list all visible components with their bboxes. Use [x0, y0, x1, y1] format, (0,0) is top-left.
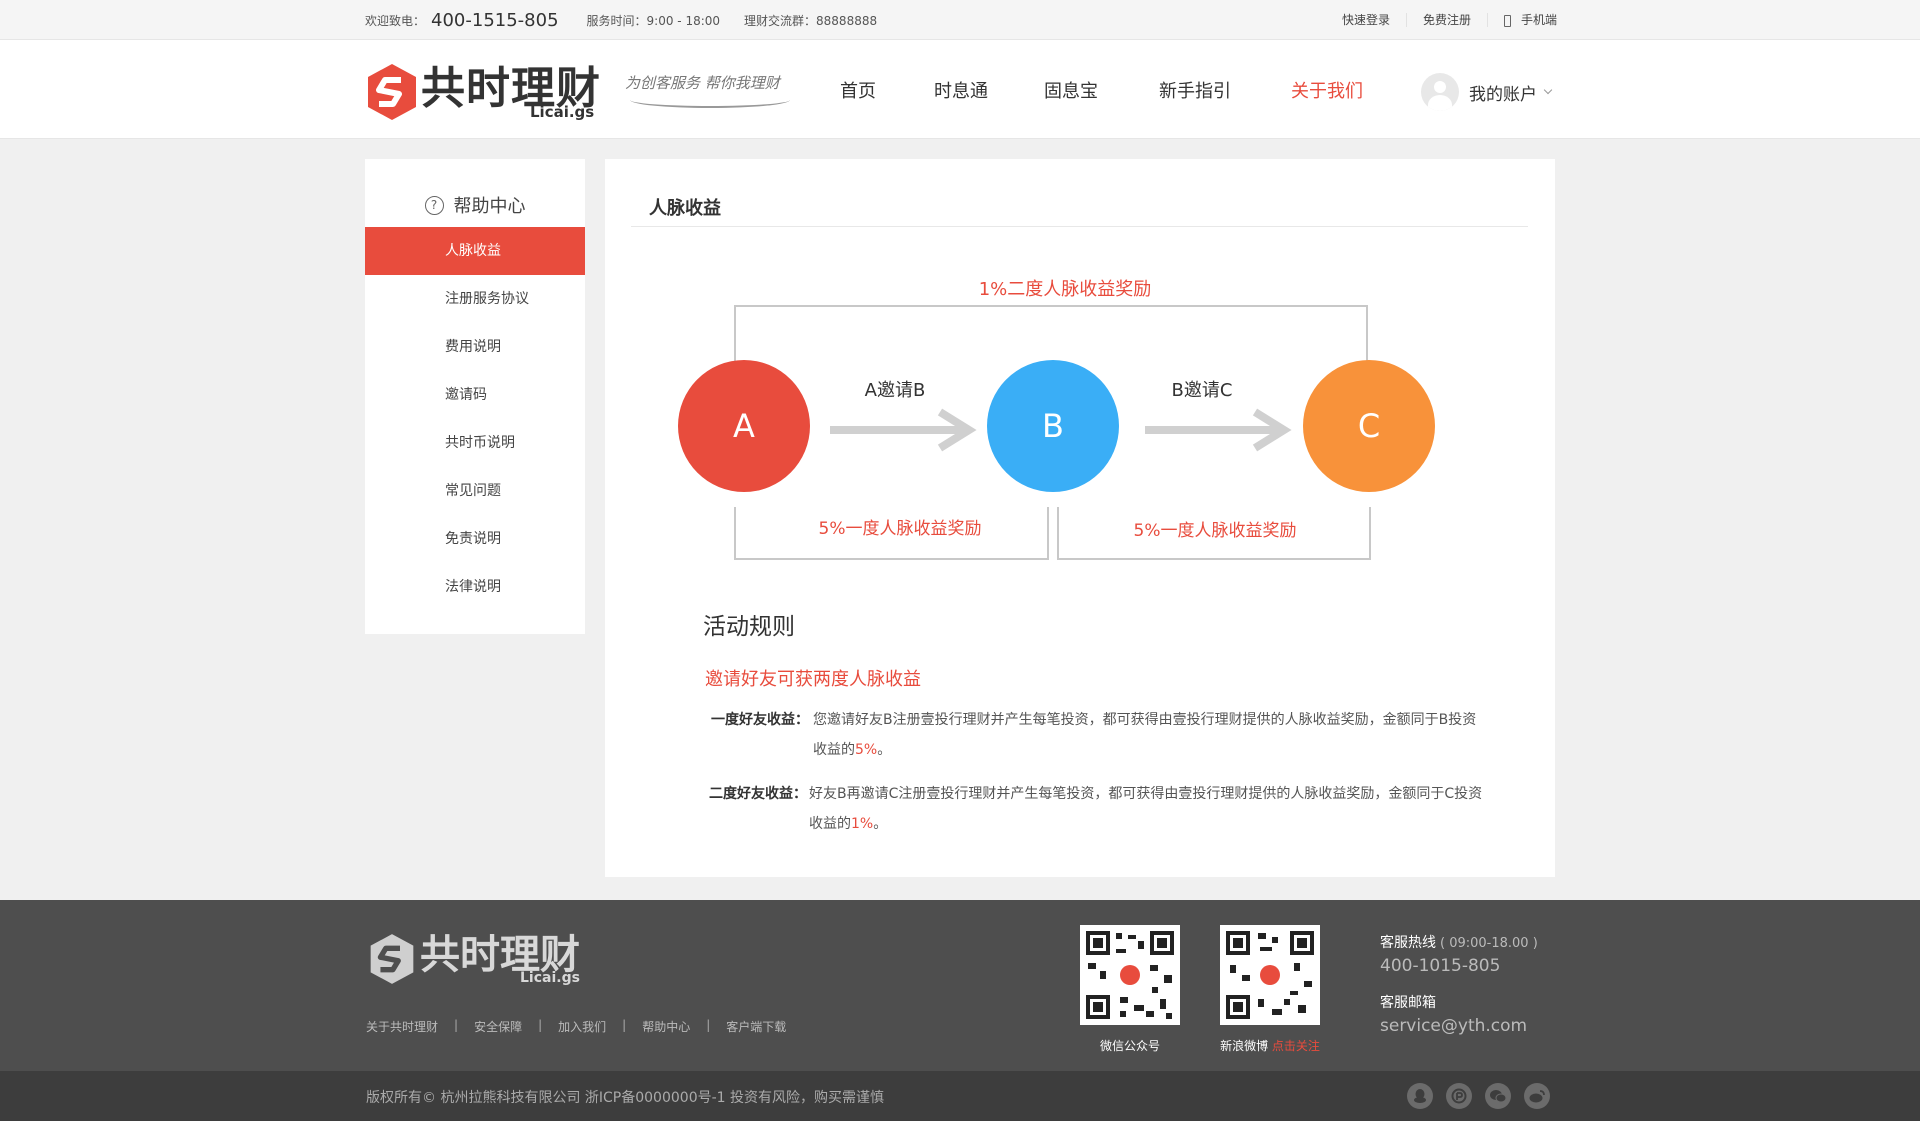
qr-wechat: 微信公众号 [1080, 925, 1180, 1054]
wechat-qr-code [1080, 925, 1180, 1025]
nav-guxibao[interactable]: 固息宝 [1044, 77, 1159, 103]
service-time: 服务时间：9:00 - 18:00 [586, 13, 721, 28]
arrow-b-to-c-label: B邀请C [1172, 380, 1233, 401]
email-label: 客服邮箱 [1380, 995, 1436, 1011]
sidebar-item-invite-code[interactable]: 邀请码 [365, 371, 585, 419]
qq-icon[interactable] [1407, 1083, 1433, 1109]
mobile-app-link[interactable]: 手机端 [1488, 13, 1557, 27]
sidebar-item-disclaimer[interactable]: 免责说明 [365, 515, 585, 563]
title-divider [631, 226, 1528, 227]
rule-first-degree-end: 。 [877, 742, 892, 758]
hotline-label: 客服热线 [1380, 935, 1436, 951]
footer-logo-domain: Licai.gs [520, 970, 580, 986]
main-nav: 首页 时息通 固息宝 新手指引 关于我们 [840, 40, 1421, 139]
arrow-b-to-c [1145, 408, 1292, 452]
logo-domain: Licai.gs [530, 103, 595, 121]
copyright-bar: 版权所有© 杭州拉熊科技有限公司 浙ICP备0000000号-1 投资有风险，购… [0, 1071, 1920, 1121]
email-address[interactable]: service@yth.com [1380, 1016, 1538, 1036]
avatar [1421, 73, 1459, 111]
footer-link-security[interactable]: 安全保障 [474, 1018, 522, 1035]
slogan: 为创客服务 帮你我理财 [625, 74, 780, 92]
copyright-text: 版权所有© 杭州拉熊科技有限公司 浙ICP备0000000号-1 投资有风险，购… [366, 1090, 885, 1106]
social-links [1407, 1083, 1563, 1109]
rules-subheading: 邀请好友可获两度人脉收益 [705, 669, 921, 690]
logo-mark-icon [368, 64, 416, 120]
sidebar-item-fees[interactable]: 费用说明 [365, 323, 585, 371]
rule-first-degree-text: 您邀请好友B注册壹投行理财并产生每笔投资，都可获得由壹投行理财提供的人脉收益奖励… [813, 712, 1477, 758]
pay-icon[interactable] [1446, 1083, 1472, 1109]
help-center-label: 帮助中心 [453, 196, 526, 217]
arrow-a-to-b [830, 408, 977, 452]
hotline-label-row: 客服热线 ( 09:00-18.00 ) [1380, 932, 1538, 952]
hotline-phone: 400-1515-805 [431, 9, 559, 31]
nav-shixitong[interactable]: 时息通 [934, 77, 1044, 103]
footer: 共时理财 Licai.gs 关于共时理财 | 安全保障 | 加入我们 | 帮助中心 | … [0, 900, 1920, 1071]
qr-weibo-caption: 新浪微博 点击关注 [1220, 1037, 1320, 1054]
rule-first-degree-label: 一度好友收益： [711, 712, 809, 728]
node-c-label: C [1358, 407, 1380, 445]
free-register-link[interactable]: 免费注册 [1407, 13, 1488, 27]
top-bracket [734, 305, 1368, 362]
rule-second-degree-text: 好友B再邀请C注册壹投行理财并产生每笔投资，都可获得由壹投行理财提供的人脉收益奖… [809, 786, 1483, 832]
weibo-qr-code [1220, 925, 1320, 1025]
chevron-down-icon [1543, 85, 1553, 95]
footer-links: 关于共时理财 | 安全保障 | 加入我们 | 帮助中心 | 客户端下载 [366, 1018, 787, 1035]
content-panel: 人脉收益 1%二度人脉收益奖励 A B C A邀请B B邀请C 5%一度人脉收益… [605, 159, 1555, 877]
page-title: 人脉收益 [649, 198, 721, 219]
activity-rules: 活动规则 邀请好友可获两度人脉收益 一度好友收益： 您邀请好友B注册壹投行理财并… [703, 607, 1483, 839]
rules-heading: 活动规则 [703, 614, 795, 640]
footer-link-about[interactable]: 关于共时理财 [366, 1018, 438, 1035]
top-bar: 欢迎致电： 400-1515-805 服务时间：9:00 - 18:00 理财交… [0, 0, 1920, 40]
finance-group: 理财交流群：88888888 [744, 13, 878, 28]
help-sidebar: ? 帮助中心 人脉收益 注册服务协议 费用说明 邀请码 共时币说明 常见问题 免… [365, 159, 585, 634]
sidebar-item-faq[interactable]: 常见问题 [365, 467, 585, 515]
qr-wechat-caption: 微信公众号 [1099, 1039, 1160, 1053]
wechat-icon[interactable] [1485, 1083, 1511, 1109]
node-b-label: B [1042, 407, 1064, 445]
rule-second-degree-end: 。 [873, 816, 888, 832]
sidebar-item-coin[interactable]: 共时币说明 [365, 419, 585, 467]
sidebar-item-register-agreement[interactable]: 注册服务协议 [365, 275, 585, 323]
node-a-label: A [733, 407, 755, 445]
hotline-hours: ( 09:00-18.00 ) [1440, 936, 1538, 951]
question-icon: ? [424, 195, 444, 215]
rule-second-degree-pct: 1% [851, 816, 874, 832]
mobile-app-label: 手机端 [1520, 13, 1557, 27]
rule-first-degree-pct: 5% [855, 742, 878, 758]
nav-about-us[interactable]: 关于我们 [1291, 77, 1421, 103]
qr-weibo: 新浪微博 点击关注 [1220, 925, 1320, 1054]
referral-diagram: 1%二度人脉收益奖励 A B C A邀请B B邀请C 5%一度人脉收益奖励 5%… [678, 279, 1435, 560]
footer-link-join[interactable]: 加入我们 [558, 1018, 606, 1035]
footer-logo-mark-icon [370, 934, 414, 984]
help-menu: 人脉收益 注册服务协议 费用说明 邀请码 共时币说明 常见问题 免责说明 法律说… [365, 227, 585, 611]
rule-second-degree-label: 二度好友收益： [709, 786, 807, 802]
account-menu[interactable]: 我的账户 [1421, 73, 1553, 111]
rule-first-degree: 一度好友收益： 您邀请好友B注册壹投行理财并产生每笔投资，都可获得由壹投行理财提… [703, 705, 1483, 765]
rule-second-degree: 二度好友收益： 好友B再邀请C注册壹投行理财并产生每笔投资，都可获得由壹投行理财… [703, 779, 1483, 839]
weibo-follow-link[interactable]: 点击关注 [1272, 1039, 1320, 1053]
weibo-icon[interactable] [1524, 1083, 1550, 1109]
nav-home[interactable]: 首页 [840, 77, 934, 103]
contact-info: 客服热线 ( 09:00-18.00 ) 400-1015-805 客服邮箱 se… [1380, 932, 1538, 1036]
arrow-a-to-b-label: A邀请B [865, 380, 926, 401]
site-logo[interactable]: 共时理财 Licai.gs [365, 62, 605, 122]
qr-weibo-label: 新浪微博 [1220, 1039, 1269, 1053]
sidebar-item-network-earnings[interactable]: 人脉收益 [365, 227, 585, 275]
bottom-bracket-bc-label: 5%一度人脉收益奖励 [1134, 521, 1297, 541]
quick-login-link[interactable]: 快速登录 [1326, 13, 1407, 27]
account-label: 我的账户 [1469, 84, 1537, 105]
hotline-number: 400-1015-805 [1380, 956, 1501, 976]
welcome-text: 欢迎致电： [365, 13, 426, 28]
footer-link-help[interactable]: 帮助中心 [642, 1018, 690, 1035]
sidebar-item-legal[interactable]: 法律说明 [365, 563, 585, 611]
top-bracket-label: 1%二度人脉收益奖励 [979, 279, 1152, 300]
slogan-underline [630, 100, 790, 108]
footer-link-download[interactable]: 客户端下载 [726, 1018, 786, 1035]
help-center-title: ? 帮助中心 [365, 192, 585, 218]
nav-beginner-guide[interactable]: 新手指引 [1159, 77, 1291, 103]
bottom-bracket-ab-label: 5%一度人脉收益奖励 [819, 519, 982, 539]
mobile-icon [1503, 14, 1511, 27]
